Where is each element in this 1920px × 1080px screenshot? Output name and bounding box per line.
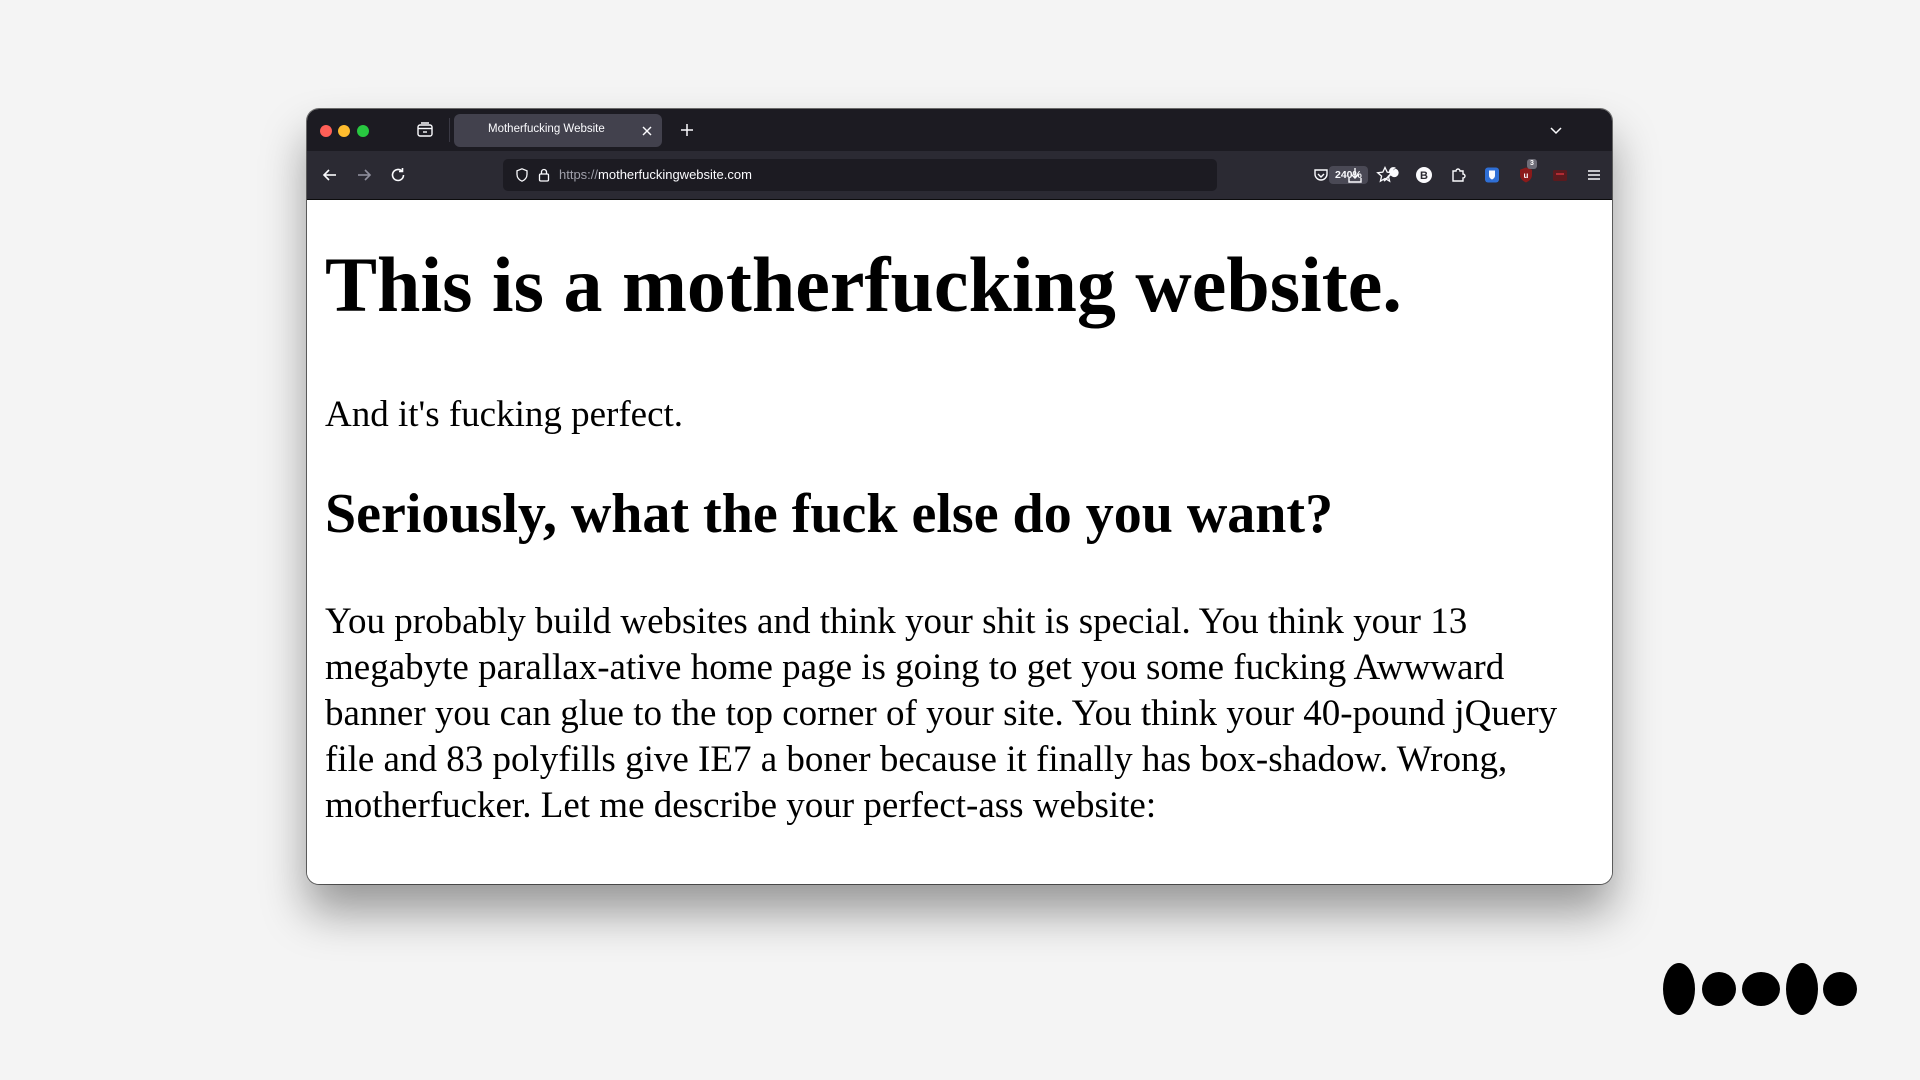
address-bar[interactable]: https://motherfuckingwebsite.com 240% — [503, 159, 1394, 191]
tab-bar: Motherfucking Website — [307, 109, 1612, 151]
reload-icon[interactable] — [388, 165, 408, 185]
lead-text: And it's fucking perfect. — [325, 394, 684, 435]
tab-motherfucking-website[interactable]: Motherfucking Website — [454, 114, 662, 147]
page-heading: This is a motherfucking website. — [325, 241, 1402, 328]
intro-paragraph: You probably build websites and think yo… — [325, 601, 1558, 826]
bitwarden-icon[interactable] — [1482, 165, 1502, 185]
svg-text:u: u — [1524, 171, 1529, 180]
list-item: Shit's lightweight and loads fast — [419, 876, 890, 884]
extension-badge: 3 — [1527, 159, 1537, 169]
url-scheme: https:// — [559, 167, 599, 182]
forward-arrow-icon[interactable] — [354, 165, 374, 185]
close-icon[interactable] — [640, 124, 654, 138]
close-window-button[interactable] — [320, 125, 332, 137]
browser-window: Motherfucking Website https://motherfuck… — [307, 109, 1612, 884]
pocket-icon[interactable] — [1311, 165, 1331, 185]
minimize-window-button[interactable] — [338, 125, 350, 137]
zoom-window-button[interactable] — [357, 125, 369, 137]
chevron-down-icon[interactable] — [1547, 121, 1565, 139]
plus-icon[interactable] — [678, 121, 696, 139]
shield-icon[interactable] — [514, 167, 530, 183]
puzzle-icon[interactable] — [1448, 165, 1468, 185]
download-icon[interactable] — [1345, 165, 1365, 185]
hamburger-menu-icon[interactable] — [1584, 165, 1604, 185]
url-text[interactable]: https://motherfuckingwebsite.com — [559, 167, 752, 182]
tab-overview-icon[interactable] — [415, 120, 435, 140]
page-subheading: Seriously, what the fuck else do you wan… — [325, 483, 1334, 545]
svg-text:B: B — [1420, 170, 1428, 182]
navigation-toolbar: https://motherfuckingwebsite.com 240% B … — [307, 151, 1612, 200]
url-host: motherfuckingwebsite.com — [598, 167, 752, 182]
ublock-icon[interactable]: u 3 — [1516, 159, 1537, 185]
extension-icon[interactable] — [1550, 165, 1570, 185]
extension-b-icon[interactable]: B — [1414, 165, 1434, 185]
feature-list: Shit's lightweight and loads fast — [419, 876, 890, 884]
page-content: This is a motherfucking website. And it'… — [307, 200, 1612, 884]
lock-icon[interactable] — [536, 167, 552, 183]
brand-logo-dots — [1663, 963, 1857, 1015]
tab-title: Motherfucking Website — [488, 123, 605, 135]
tab-separator — [449, 118, 450, 142]
wrench-icon[interactable] — [1380, 165, 1400, 185]
back-arrow-icon[interactable] — [320, 165, 340, 185]
